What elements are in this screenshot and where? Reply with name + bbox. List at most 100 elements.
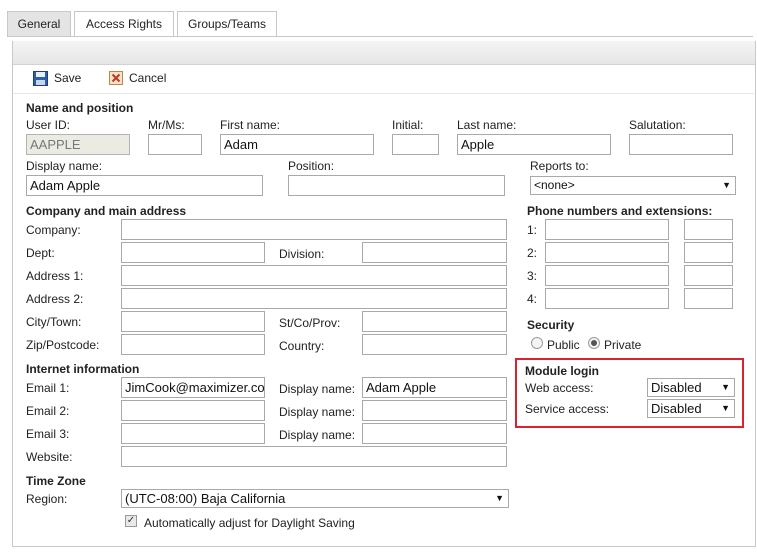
- phone2-ext-field[interactable]: [684, 242, 733, 263]
- web-access-dropdown[interactable]: Disabled ▼: [647, 378, 735, 397]
- initial-field[interactable]: [392, 134, 439, 155]
- city-field[interactable]: [121, 311, 265, 332]
- zip-label: Zip/Postcode:: [26, 338, 100, 352]
- company-label: Company:: [26, 223, 81, 237]
- tab-access-rights[interactable]: Access Rights: [74, 11, 174, 37]
- name-position-heading: Name and position: [26, 101, 134, 115]
- daylight-saving-checkbox[interactable]: ✓: [125, 515, 137, 527]
- dept-field[interactable]: [121, 242, 265, 263]
- stcoprov-label: St/Co/Prov:: [279, 316, 341, 330]
- mr-ms-label: Mr/Ms:: [148, 118, 185, 132]
- phone1-label: 1:: [527, 223, 538, 237]
- private-label: Private: [604, 338, 642, 352]
- user-id-label: User ID:: [26, 118, 71, 132]
- address2-label: Address 2:: [26, 292, 84, 306]
- reports-to-label: Reports to:: [530, 159, 589, 173]
- display-name-field[interactable]: Adam Apple: [26, 175, 263, 196]
- region-value: (UTC-08:00) Baja California: [125, 491, 286, 506]
- region-label: Region:: [26, 492, 68, 506]
- daylight-saving-label: Automatically adjust for Daylight Saving: [144, 516, 355, 530]
- mr-ms-field[interactable]: [148, 134, 202, 155]
- email1-label: Email 1:: [26, 381, 70, 395]
- phone3-ext-field[interactable]: [684, 265, 733, 286]
- cancel-x-icon: [109, 71, 123, 85]
- division-field[interactable]: [362, 242, 507, 263]
- chevron-down-icon: ▼: [495, 493, 504, 503]
- salutation-label: Salutation:: [629, 118, 686, 132]
- tab-groups-teams[interactable]: Groups/Teams: [177, 11, 277, 37]
- cancel-label: Cancel: [129, 71, 167, 85]
- initial-label: Initial:: [392, 118, 424, 132]
- private-radio[interactable]: [588, 337, 600, 349]
- reports-to-value: <none>: [534, 178, 575, 192]
- public-label: Public: [547, 338, 580, 352]
- website-field[interactable]: [121, 446, 507, 467]
- division-label: Division:: [279, 247, 325, 261]
- reports-to-dropdown[interactable]: <none> ▼: [530, 176, 736, 195]
- city-label: City/Town:: [26, 315, 82, 329]
- last-name-label: Last name:: [457, 118, 517, 132]
- first-name-field[interactable]: Adam: [220, 134, 374, 155]
- country-label: Country:: [279, 339, 325, 353]
- service-access-label: Service access:: [525, 402, 610, 416]
- address2-field[interactable]: [121, 288, 507, 309]
- website-label: Website:: [26, 450, 73, 464]
- phone1-field[interactable]: [545, 219, 669, 240]
- user-id-field[interactable]: AAPPLE: [26, 134, 130, 155]
- email3-field[interactable]: [121, 423, 265, 444]
- display-name1-label: Display name:: [279, 382, 356, 396]
- zip-field[interactable]: [121, 334, 265, 355]
- phone3-field[interactable]: [545, 265, 669, 286]
- salutation-field[interactable]: [629, 134, 733, 155]
- service-access-dropdown[interactable]: Disabled ▼: [647, 399, 735, 418]
- service-access-value: Disabled: [651, 401, 702, 416]
- module-login-heading: Module login: [525, 364, 599, 378]
- display-name3-label: Display name:: [279, 428, 356, 442]
- security-heading: Security: [527, 318, 575, 332]
- phone3-label: 3:: [527, 269, 538, 283]
- last-name-field[interactable]: Apple: [457, 134, 611, 155]
- address1-field[interactable]: [121, 265, 507, 286]
- country-field[interactable]: [362, 334, 507, 355]
- toolbar-divider: [13, 93, 754, 94]
- first-name-label: First name:: [220, 118, 281, 132]
- display-name3-field[interactable]: [362, 423, 507, 444]
- phone4-label: 4:: [527, 292, 538, 306]
- email2-field[interactable]: [121, 400, 265, 421]
- time-zone-heading: Time Zone: [26, 474, 86, 488]
- dept-label: Dept:: [26, 246, 55, 260]
- tab-general[interactable]: General: [7, 11, 71, 37]
- display-name1-field[interactable]: Adam Apple: [362, 377, 507, 398]
- panel-header-bar: [13, 41, 755, 65]
- public-radio[interactable]: [531, 337, 543, 349]
- display-name2-label: Display name:: [279, 405, 356, 419]
- save-button[interactable]: Save: [33, 69, 81, 87]
- chevron-down-icon: ▼: [721, 403, 730, 413]
- phones-heading: Phone numbers and extensions:: [527, 204, 713, 218]
- internet-heading: Internet information: [26, 362, 140, 376]
- address1-label: Address 1:: [26, 269, 84, 283]
- chevron-down-icon: ▼: [721, 382, 730, 392]
- phone2-field[interactable]: [545, 242, 669, 263]
- email3-label: Email 3:: [26, 427, 70, 441]
- phone4-ext-field[interactable]: [684, 288, 733, 309]
- phone4-field[interactable]: [545, 288, 669, 309]
- web-access-value: Disabled: [651, 380, 702, 395]
- company-heading: Company and main address: [26, 204, 187, 218]
- display-name2-field[interactable]: [362, 400, 507, 421]
- floppy-disk-icon: [33, 70, 48, 86]
- stcoprov-field[interactable]: [362, 311, 507, 332]
- email2-label: Email 2:: [26, 404, 70, 418]
- chevron-down-icon: ▼: [722, 180, 731, 190]
- company-field[interactable]: [121, 219, 507, 240]
- phone1-ext-field[interactable]: [684, 219, 733, 240]
- save-label: Save: [54, 71, 82, 85]
- region-dropdown[interactable]: (UTC-08:00) Baja California ▼: [121, 489, 509, 508]
- phone2-label: 2:: [527, 246, 538, 260]
- web-access-label: Web access:: [525, 381, 594, 395]
- cancel-button[interactable]: Cancel: [109, 69, 166, 87]
- tab-divider: [7, 36, 753, 37]
- position-field[interactable]: [288, 175, 505, 196]
- position-label: Position:: [288, 159, 335, 173]
- email1-field[interactable]: JimCook@maximizer.com: [121, 377, 265, 398]
